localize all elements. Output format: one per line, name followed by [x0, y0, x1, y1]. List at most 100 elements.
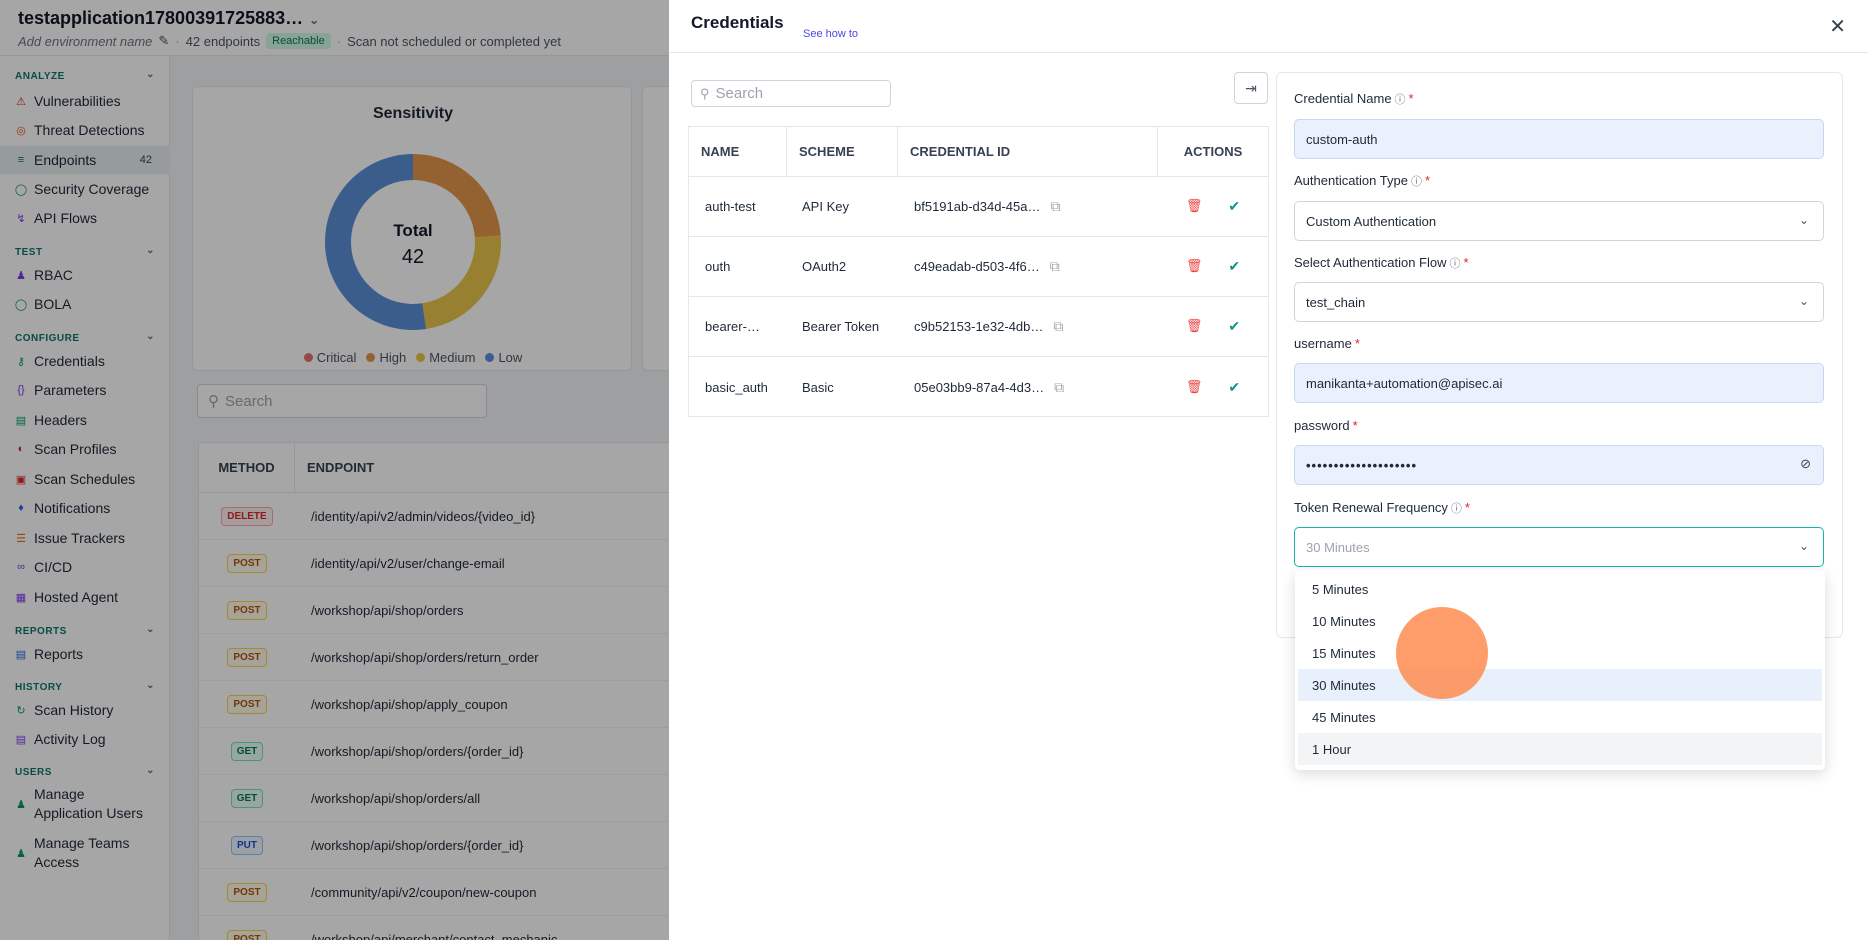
search-icon: ⚲	[700, 85, 710, 101]
credential-name-label: Credential Name ⓘ *	[1294, 91, 1414, 107]
field-label: Credential Name	[1294, 91, 1392, 106]
token-frequency-label: Token Renewal Frequency ⓘ *	[1294, 500, 1470, 516]
field-label: password	[1294, 418, 1350, 433]
collapse-panel-button[interactable]: ⇥	[1234, 72, 1268, 104]
credentials-drawer: Credentials See how to ✕ ⚲ Search ⇥ NAME…	[669, 0, 1868, 940]
credential-name: basic_auth	[705, 379, 768, 395]
actions-cell: 🗑 ✔	[1158, 379, 1268, 396]
field-label: Token Renewal Frequency	[1294, 500, 1448, 515]
click-indicator	[1396, 607, 1488, 699]
auth-type-select[interactable]: Custom Authentication ⌄	[1294, 201, 1824, 241]
chevron-down-icon: ⌄	[1798, 539, 1809, 553]
delete-icon[interactable]: 🗑	[1186, 198, 1203, 215]
copy-icon[interactable]: ⧉	[1054, 379, 1064, 396]
copy-icon[interactable]: ⧉	[1051, 198, 1061, 215]
password-label: password *	[1294, 418, 1358, 433]
column-actions: ACTIONS	[1183, 144, 1243, 159]
shield-check-icon[interactable]: ✔	[1228, 198, 1240, 215]
credential-name-input[interactable]: custom-auth	[1294, 119, 1824, 159]
search-placeholder: Search	[715, 85, 764, 102]
credential-id-cell: c9b52153-1e32-4db… ⧉	[898, 318, 1158, 335]
table-row[interactable]: bearer-… Bearer Token c9b52153-1e32-4db… ⧉ 🗑…	[689, 297, 1268, 357]
credential-id: 05e03bb9-87a4-4d3…	[914, 379, 1045, 395]
option-5-minutes[interactable]: 5 Minutes	[1298, 573, 1822, 605]
field-value: ••••••••••••••••••••	[1306, 457, 1418, 473]
username-label: username *	[1294, 336, 1360, 351]
field-placeholder: 30 Minutes	[1306, 539, 1370, 555]
auth-flow-label: Select Authentication Flow ⓘ *	[1294, 255, 1469, 271]
auth-type-label: Authentication Type ⓘ *	[1294, 173, 1430, 189]
required-marker: *	[1408, 91, 1414, 106]
collapse-right-icon: ⇥	[1245, 79, 1257, 96]
eye-off-icon[interactable]: ⊘	[1800, 456, 1811, 472]
option-15-minutes[interactable]: 15 Minutes	[1298, 637, 1822, 669]
option-1-hour[interactable]: 1 Hour	[1298, 733, 1822, 765]
option-10-minutes[interactable]: 10 Minutes	[1298, 605, 1822, 637]
shield-check-icon[interactable]: ✔	[1228, 318, 1240, 335]
credential-id: c9b52153-1e32-4db…	[914, 319, 1044, 334]
required-marker: *	[1424, 173, 1431, 188]
credential-search-input[interactable]: ⚲ Search	[691, 80, 891, 107]
actions-cell: 🗑 ✔	[1158, 258, 1268, 275]
field-value: custom-auth	[1306, 131, 1378, 147]
field-label: username	[1294, 336, 1352, 351]
token-frequency-select[interactable]: 30 Minutes ⌄	[1294, 527, 1824, 567]
credential-scheme: OAuth2	[802, 259, 847, 274]
field-value: test_chain	[1306, 294, 1366, 310]
table-row[interactable]: auth-test API Key bf5191ab-d34d-45a… ⧉ 🗑 ✔	[689, 177, 1268, 237]
field-value: manikanta+automation@apisec.ai	[1306, 375, 1503, 391]
field-value: Custom Authentication	[1306, 213, 1437, 229]
credentials-table: NAME SCHEME CREDENTIAL ID ACTIONS auth-t…	[688, 126, 1269, 417]
actions-cell: 🗑 ✔	[1158, 318, 1268, 335]
close-icon[interactable]: ✕	[1829, 14, 1846, 39]
credential-id-cell: bf5191ab-d34d-45a… ⧉	[898, 198, 1158, 215]
chevron-down-icon: ⌄	[1798, 294, 1809, 308]
auth-flow-select[interactable]: test_chain ⌄	[1294, 282, 1824, 322]
field-label: Select Authentication Flow	[1294, 255, 1447, 270]
info-icon[interactable]: ⓘ	[1395, 94, 1406, 106]
required-marker: *	[1463, 255, 1469, 270]
modal-overlay[interactable]	[0, 0, 669, 940]
option-30-minutes[interactable]: 30 Minutes	[1298, 669, 1822, 701]
delete-icon[interactable]: 🗑	[1186, 318, 1203, 335]
table-row[interactable]: outh OAuth2 c49eadab-d503-4f6… ⧉ 🗑 ✔	[689, 237, 1268, 297]
credential-rows: auth-test API Key bf5191ab-d34d-45a… ⧉ 🗑 ✔ out…	[689, 177, 1268, 417]
column-credential-id[interactable]: CREDENTIAL ID	[898, 127, 1158, 177]
column-scheme[interactable]: SCHEME	[787, 127, 898, 177]
credential-id-cell: c49eadab-d503-4f6… ⧉	[898, 258, 1158, 275]
credential-id-cell: 05e03bb9-87a4-4d3… ⧉	[898, 379, 1158, 396]
credential-scheme: Basic	[802, 379, 834, 395]
credential-name: bearer-…	[705, 319, 760, 334]
delete-icon[interactable]: 🗑	[1186, 258, 1203, 275]
credential-name: auth-test	[705, 199, 756, 214]
table-header: NAME SCHEME CREDENTIAL ID ACTIONS	[689, 127, 1268, 177]
credential-form: Credential Name ⓘ * custom-auth Authentica…	[1276, 72, 1843, 638]
token-frequency-dropdown: 5 Minutes 10 Minutes 15 Minutes 30 Minut…	[1295, 570, 1825, 770]
password-input[interactable]: •••••••••••••••••••• ⊘	[1294, 445, 1824, 485]
info-icon[interactable]: ⓘ	[1451, 503, 1462, 515]
see-how-link[interactable]: See how to	[803, 28, 858, 40]
option-45-minutes[interactable]: 45 Minutes	[1298, 701, 1822, 733]
copy-icon[interactable]: ⧉	[1050, 258, 1060, 275]
delete-icon[interactable]: 🗑	[1186, 379, 1203, 396]
table-row[interactable]: basic_auth Basic 05e03bb9-87a4-4d3… ⧉ 🗑 ✔	[689, 357, 1268, 417]
required-marker: *	[1464, 500, 1470, 515]
info-icon[interactable]: ⓘ	[1449, 258, 1460, 270]
column-name[interactable]: NAME	[689, 127, 787, 177]
credential-scheme: Bearer Token	[802, 319, 880, 334]
shield-check-icon[interactable]: ✔	[1228, 379, 1240, 396]
info-icon[interactable]: ⓘ	[1411, 176, 1422, 188]
chevron-down-icon: ⌄	[1798, 213, 1809, 227]
drawer-title: Credentials	[691, 13, 784, 32]
copy-icon[interactable]: ⧉	[1053, 318, 1063, 335]
actions-cell: 🗑 ✔	[1158, 198, 1268, 215]
username-input[interactable]: manikanta+automation@apisec.ai	[1294, 363, 1824, 403]
credential-scheme: API Key	[802, 199, 849, 214]
credential-name: outh	[705, 259, 731, 274]
credential-id: c49eadab-d503-4f6…	[914, 259, 1040, 274]
credential-id: bf5191ab-d34d-45a…	[914, 199, 1041, 214]
shield-check-icon[interactable]: ✔	[1228, 258, 1240, 275]
drawer-header: Credentials See how to ✕	[669, 0, 1868, 53]
required-marker: *	[1352, 418, 1358, 433]
field-label: Authentication Type	[1294, 173, 1408, 188]
